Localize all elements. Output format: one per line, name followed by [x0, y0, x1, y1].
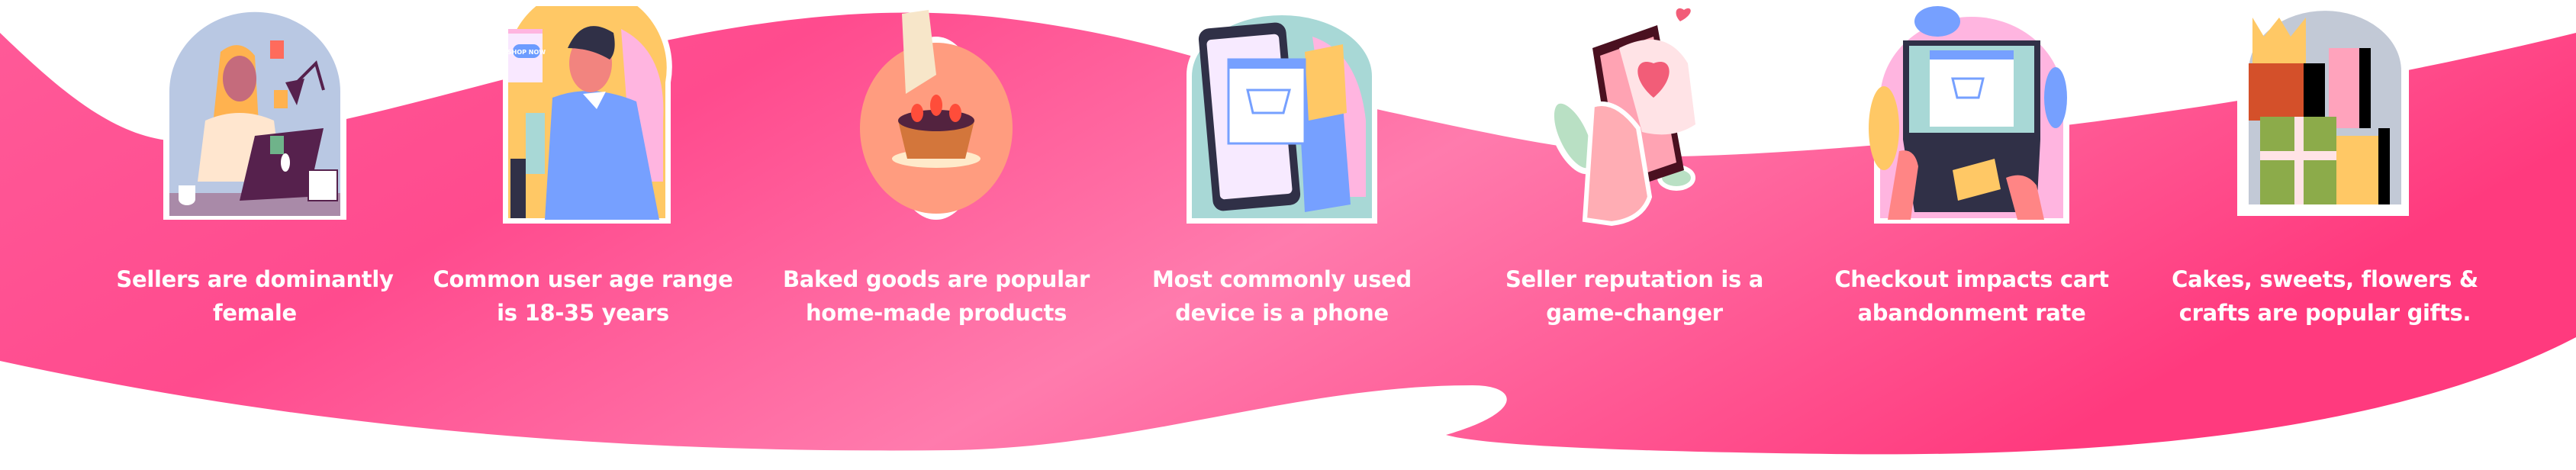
- feature-card: Cakes, sweets, flowers & crafts are popu…: [2157, 0, 2493, 470]
- feature-caption: Common user age range is 18-35 years: [415, 262, 751, 330]
- feature-card: Baked goods are popular home-made produc…: [768, 0, 1104, 470]
- feature-card: Most commonly used device is a phone: [1114, 0, 1450, 470]
- laptop-credit-card-icon: [1869, 6, 2069, 224]
- tablet-shopping-cart-icon: [1187, 10, 1377, 224]
- caption-line: Baked goods are popular: [782, 266, 1090, 292]
- caption-line: Checkout impacts cart: [1834, 266, 2109, 292]
- caption-line: abandonment rate: [1857, 300, 2086, 326]
- feature-caption: Baked goods are popular home-made produc…: [768, 262, 1104, 330]
- gift-boxes-crown-icon: [2237, 6, 2409, 216]
- feature-card: Checkout impacts cart abandonment rate: [1804, 0, 2140, 470]
- shop-now-badge: SHOP NOW: [507, 49, 546, 56]
- caption-line: home-made products: [805, 300, 1067, 326]
- man-shop-now-icon: SHOP NOW: [503, 6, 672, 224]
- caption-line: device is a phone: [1175, 300, 1389, 326]
- caption-line: Most commonly used: [1152, 266, 1412, 292]
- caption-line: female: [213, 300, 297, 326]
- caption-line: Sellers are dominantly: [116, 266, 394, 292]
- feature-card: SHOP NOW Common user age range is 18-35 …: [415, 0, 751, 470]
- caption-line: crafts are popular gifts.: [2178, 300, 2471, 326]
- caption-line: is 18-35 years: [497, 300, 669, 326]
- feature-caption: Cakes, sweets, flowers & crafts are popu…: [2157, 262, 2493, 330]
- strawberry-tart-icon: [860, 10, 1013, 220]
- feature-card: Seller reputation is a game-changer: [1467, 0, 1802, 470]
- caption-line: Cakes, sweets, flowers &: [2172, 266, 2478, 292]
- feature-caption: Most commonly used device is a phone: [1114, 262, 1450, 330]
- caption-line: Seller reputation is a: [1505, 266, 1764, 292]
- caption-line: Common user age range: [433, 266, 733, 292]
- feature-caption: Checkout impacts cart abandonment rate: [1804, 262, 2140, 330]
- caption-line: game-changer: [1546, 300, 1723, 326]
- feature-caption: Seller reputation is a game-changer: [1467, 262, 1802, 330]
- phone-heart-icon: [1547, 8, 1695, 227]
- feature-caption: Sellers are dominantly female: [87, 262, 423, 330]
- seller-woman-laptop-icon: [163, 6, 346, 221]
- feature-card: Sellers are dominantly female: [87, 0, 423, 470]
